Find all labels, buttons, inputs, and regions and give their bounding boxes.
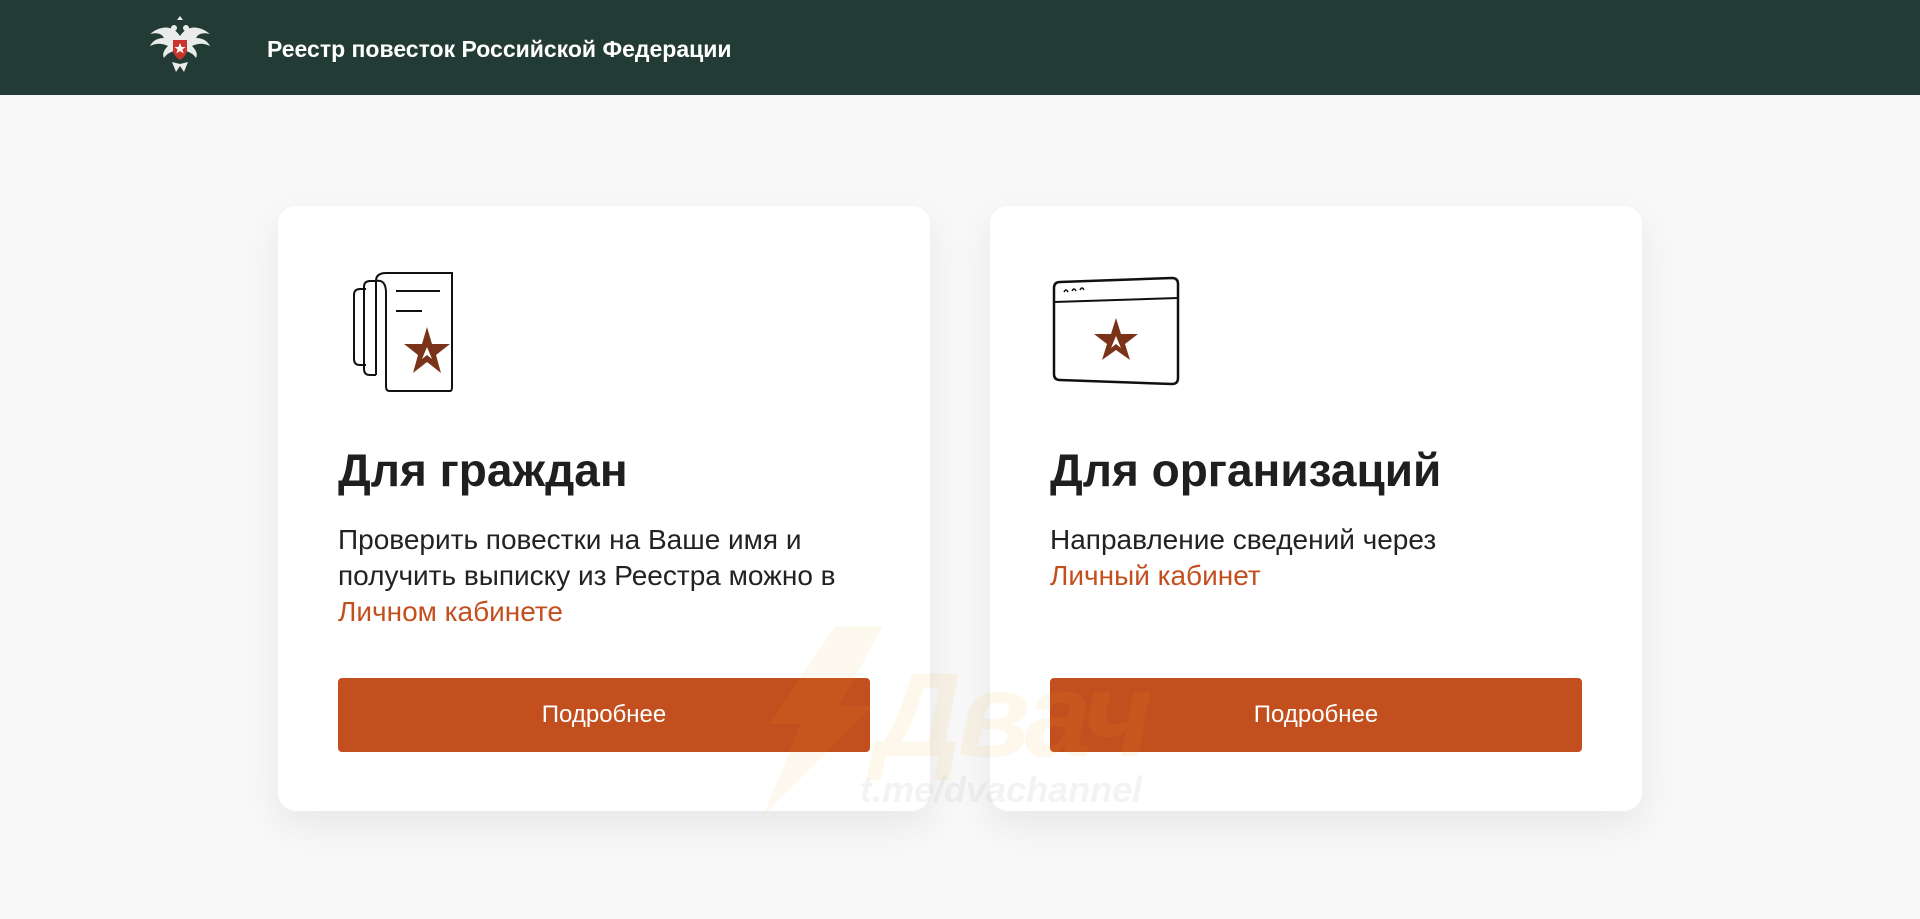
- card-description: Направление сведений через Личный кабине…: [1050, 522, 1610, 594]
- card-description: Проверить повестки на Ваше имя и получит…: [338, 522, 898, 630]
- card-title: Для организаций: [1050, 444, 1442, 496]
- site-title[interactable]: Реестр повесток Российской Федерации: [267, 35, 732, 63]
- site-header: Реестр повесток Российской Федерации: [0, 0, 1920, 95]
- details-button[interactable]: Подробнее: [1050, 678, 1582, 752]
- organizations-card: Для организаций Направление сведений чер…: [990, 206, 1642, 811]
- card-title: Для граждан: [338, 444, 628, 496]
- details-button[interactable]: Подробнее: [338, 678, 870, 752]
- citizens-card: Для граждан Проверить повестки на Ваше и…: [278, 206, 930, 811]
- documents-with-star-icon: [353, 272, 453, 392]
- double-headed-eagle-emblem-icon[interactable]: [148, 14, 212, 78]
- card-description-text: Направление сведений через: [1050, 524, 1437, 555]
- card-description-text: Проверить повестки на Ваше имя и получит…: [338, 524, 836, 591]
- personal-account-link[interactable]: Личный кабинет: [1050, 560, 1261, 591]
- personal-account-link[interactable]: Личном кабинете: [338, 596, 563, 627]
- browser-window-with-star-icon: [1052, 276, 1180, 386]
